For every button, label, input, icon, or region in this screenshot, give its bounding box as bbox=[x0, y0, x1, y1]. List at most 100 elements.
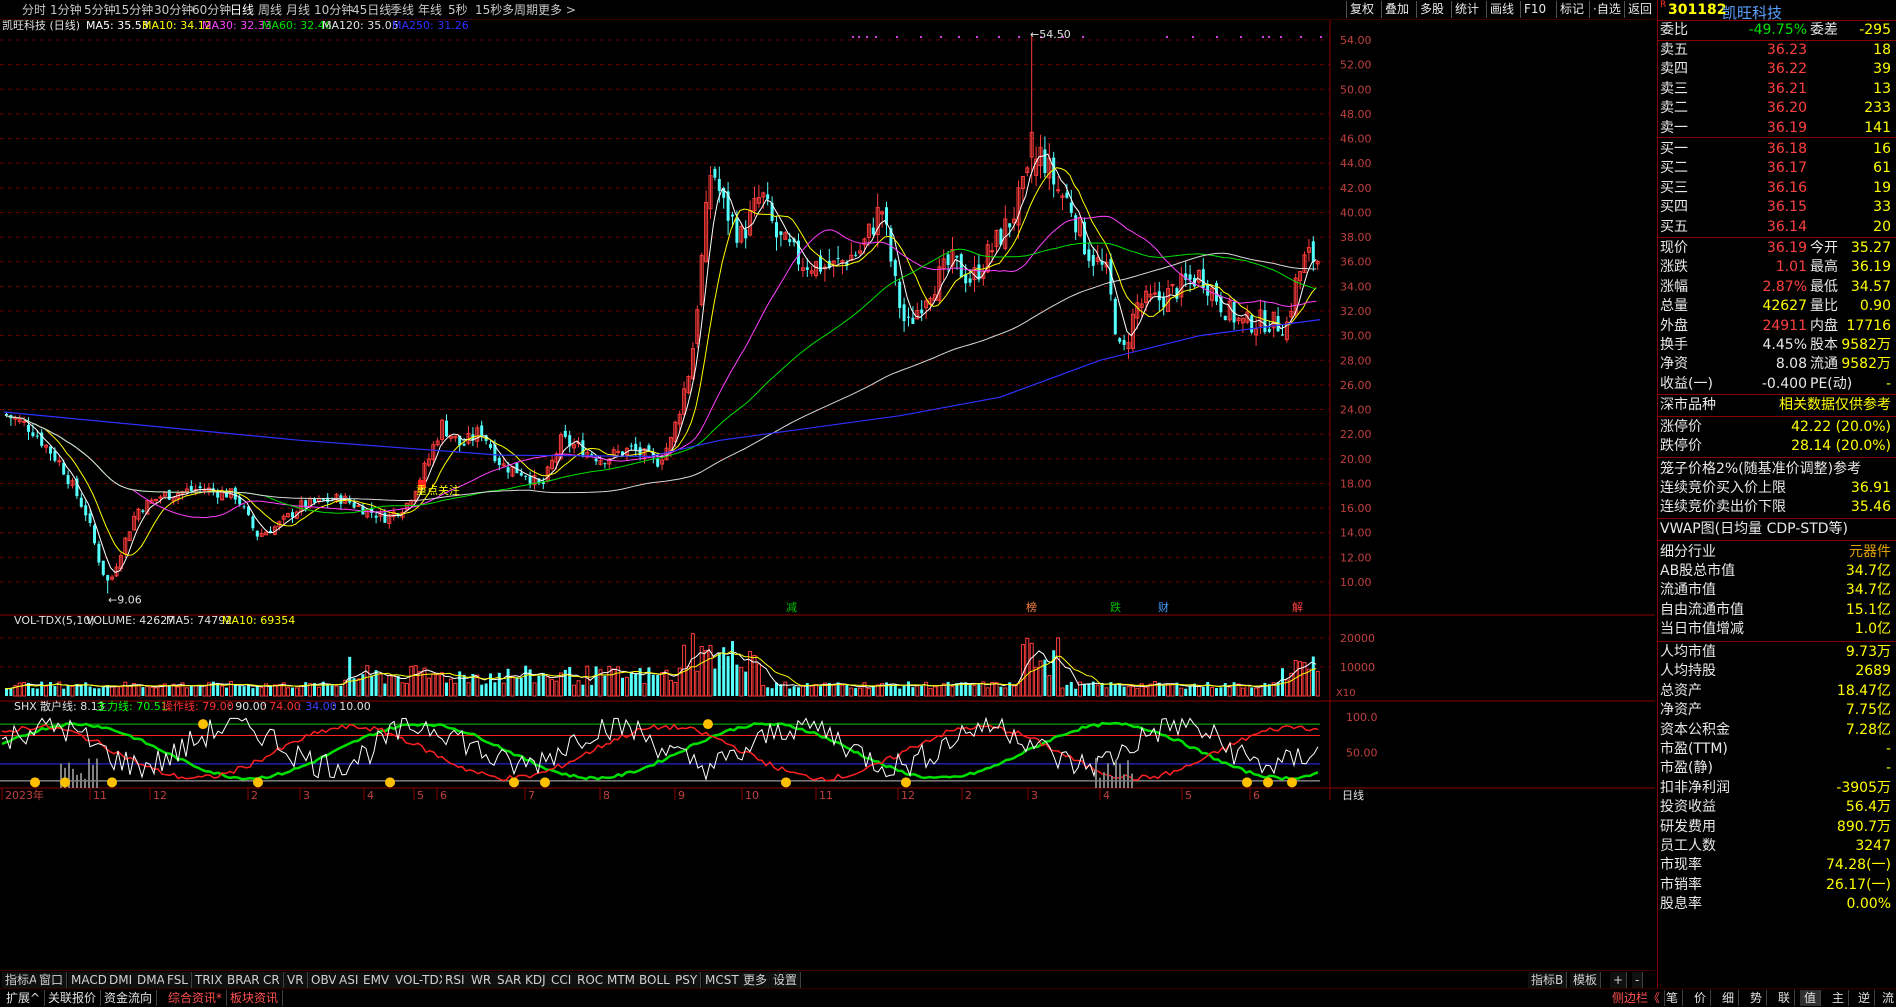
tool-button-2[interactable]: 多股 bbox=[1416, 1, 1447, 18]
period-0[interactable]: 分时 bbox=[22, 2, 46, 18]
vwap-label[interactable]: VWAP图(日均量 CDP-STD等) bbox=[1660, 520, 1848, 539]
period-11[interactable]: 季线 bbox=[390, 2, 414, 18]
r-badge: R bbox=[1660, 0, 1667, 10]
bids-price[interactable]: 36.18 bbox=[1767, 140, 1807, 159]
indicator-tab-14[interactable]: RSI bbox=[442, 972, 469, 988]
volume-bar bbox=[797, 687, 800, 696]
tool-button-5[interactable]: F10 bbox=[1520, 1, 1549, 18]
asks-price[interactable]: 36.20 bbox=[1767, 99, 1807, 118]
period-5[interactable]: 60分钟 bbox=[192, 2, 231, 18]
kline-chart[interactable]: 54.00 52.00 50.00 48.00 46.00 44.00 42.00 40.00… bbox=[0, 20, 1655, 972]
bids-price[interactable]: 36.16 bbox=[1767, 179, 1807, 198]
indicator-tab-11[interactable]: ASI bbox=[336, 972, 363, 988]
indicator-tab-9[interactable]: VR bbox=[284, 972, 308, 988]
event-marker-0[interactable]: 减 bbox=[786, 601, 797, 614]
bids-price[interactable]: 36.15 bbox=[1767, 198, 1807, 217]
asks-price[interactable]: 36.23 bbox=[1767, 41, 1807, 60]
period-1[interactable]: 1分钟 bbox=[50, 2, 82, 18]
bottom-right-tab-0[interactable]: 指标B bbox=[1528, 972, 1568, 988]
period-2[interactable]: 5分钟 bbox=[84, 2, 116, 18]
volume-bar bbox=[1179, 687, 1184, 697]
info-tab-4[interactable]: 板块资讯 bbox=[226, 990, 284, 1006]
side-tab-3[interactable]: 细 bbox=[1718, 990, 1740, 1006]
period-8[interactable]: 月线 bbox=[286, 2, 310, 18]
indicator-tab-18[interactable]: CCI bbox=[548, 972, 576, 988]
ma10-line bbox=[4, 167, 1317, 556]
indicator-tab-3[interactable]: DMI bbox=[106, 972, 137, 988]
period-6[interactable]: 日线 bbox=[230, 2, 254, 18]
side-tab-6[interactable]: 值 bbox=[1800, 990, 1822, 1006]
tool-button-3[interactable]: 统计 bbox=[1451, 1, 1482, 18]
indicator-tab-23[interactable]: MCST bbox=[702, 972, 743, 988]
event-marker-1[interactable]: 榜 bbox=[1026, 600, 1037, 614]
tool-button-6[interactable]: 标记 bbox=[1556, 1, 1587, 18]
info-tab-2[interactable]: 资金流向 bbox=[100, 990, 158, 1006]
quote-label: PE(动) bbox=[1810, 375, 1853, 392]
candle-body bbox=[1091, 255, 1095, 266]
date-tick: 11 bbox=[93, 789, 107, 802]
period-13[interactable]: 5秒 bbox=[448, 2, 468, 18]
period-4[interactable]: 30分钟 bbox=[154, 2, 193, 18]
side-tab-0[interactable]: 侧边栏《 bbox=[1608, 990, 1666, 1006]
indicator-tab-25[interactable]: 设置 bbox=[770, 972, 802, 988]
side-tab-4[interactable]: 势 bbox=[1746, 990, 1768, 1006]
volume-bar bbox=[1250, 687, 1254, 696]
asks-price[interactable]: 36.19 bbox=[1767, 119, 1807, 138]
side-tab-7[interactable]: 主 bbox=[1828, 990, 1850, 1006]
volume-bar bbox=[299, 685, 304, 697]
indicator-tab-5[interactable]: FSL bbox=[164, 972, 192, 988]
tool-button-1[interactable]: 叠加 bbox=[1381, 1, 1412, 18]
indicator-tab-19[interactable]: ROC bbox=[574, 972, 608, 988]
bottom-right-tab-2[interactable]: + bbox=[1610, 972, 1628, 988]
period-10[interactable]: 45日线 bbox=[352, 2, 391, 18]
indicator-tab-6[interactable]: TRIX bbox=[192, 972, 227, 988]
period-3[interactable]: 15分钟 bbox=[114, 2, 153, 18]
period-12[interactable]: 年线 bbox=[418, 2, 442, 18]
side-tab-5[interactable]: 联 bbox=[1774, 990, 1796, 1006]
period-9[interactable]: 10分钟 bbox=[314, 2, 353, 18]
indicator-tab-2[interactable]: MACD bbox=[68, 972, 111, 988]
event-marker-4[interactable]: 解 bbox=[1292, 600, 1303, 614]
period-7[interactable]: 周线 bbox=[258, 2, 282, 18]
info-tab-1[interactable]: 关联报价 bbox=[44, 990, 102, 1006]
period-15[interactable]: 多周期 bbox=[502, 2, 538, 18]
bids-price[interactable]: 36.14 bbox=[1767, 218, 1807, 237]
bids-price[interactable]: 36.17 bbox=[1767, 159, 1807, 178]
event-marker-3[interactable]: 财 bbox=[1158, 600, 1169, 614]
indicator-tab-17[interactable]: KDJ bbox=[522, 972, 550, 988]
indicator-tab-24[interactable]: 更多 bbox=[740, 972, 772, 988]
bottom-right-tab-3[interactable]: - bbox=[1632, 972, 1644, 988]
vwap-row[interactable]: VWAP图(日均量 CDP-STD等) bbox=[1660, 520, 1895, 539]
indicator-tab-16[interactable]: SAR bbox=[494, 972, 526, 988]
indicator-tab-7[interactable]: BRAR bbox=[224, 972, 264, 988]
side-tab-2[interactable]: 价 bbox=[1690, 990, 1712, 1006]
side-tab-8[interactable]: 逆 bbox=[1854, 990, 1876, 1006]
signal-face-icon bbox=[1287, 777, 1297, 788]
quote-label: 换手 bbox=[1660, 337, 1688, 353]
info-tab-0[interactable]: 扩展^ bbox=[2, 990, 46, 1006]
indicator-tab-15[interactable]: WR bbox=[468, 972, 496, 988]
indicator-tab-1[interactable]: 窗口 bbox=[36, 972, 68, 988]
indicator-tab-20[interactable]: MTM bbox=[604, 972, 640, 988]
industry-value[interactable]: 元器件 bbox=[1849, 543, 1891, 562]
tool-button-8[interactable]: 返回 bbox=[1624, 1, 1655, 18]
tool-button-7[interactable]: ·自选 bbox=[1589, 1, 1624, 18]
indicator-tab-21[interactable]: BOLL bbox=[636, 972, 674, 988]
asks-price[interactable]: 36.22 bbox=[1767, 60, 1807, 79]
asks-price[interactable]: 36.21 bbox=[1767, 80, 1807, 99]
side-tab-9[interactable]: 流 bbox=[1878, 990, 1896, 1006]
bottom-right-tab-1[interactable]: 模板 bbox=[1570, 972, 1602, 988]
bids-row: 买一 36.18 16 bbox=[1660, 140, 1895, 159]
tool-button-4[interactable]: 画线 bbox=[1486, 1, 1517, 18]
quote-label: 股本 bbox=[1810, 337, 1838, 353]
event-marker-2[interactable]: 跌 bbox=[1110, 600, 1121, 614]
indicator-tab-22[interactable]: PSY bbox=[672, 972, 702, 988]
date-tick: 2 bbox=[965, 789, 972, 802]
indicator-tab-8[interactable]: CR bbox=[260, 972, 284, 988]
tool-button-0[interactable]: 复权 bbox=[1346, 1, 1377, 18]
side-tab-1[interactable]: 笔 bbox=[1662, 990, 1684, 1006]
period-14[interactable]: 15秒 bbox=[475, 2, 502, 18]
info-tab-3[interactable]: 综合资讯* bbox=[164, 990, 228, 1006]
period-16[interactable]: 更多 > bbox=[538, 2, 576, 18]
indicator-tab-12[interactable]: EMV bbox=[360, 972, 394, 988]
